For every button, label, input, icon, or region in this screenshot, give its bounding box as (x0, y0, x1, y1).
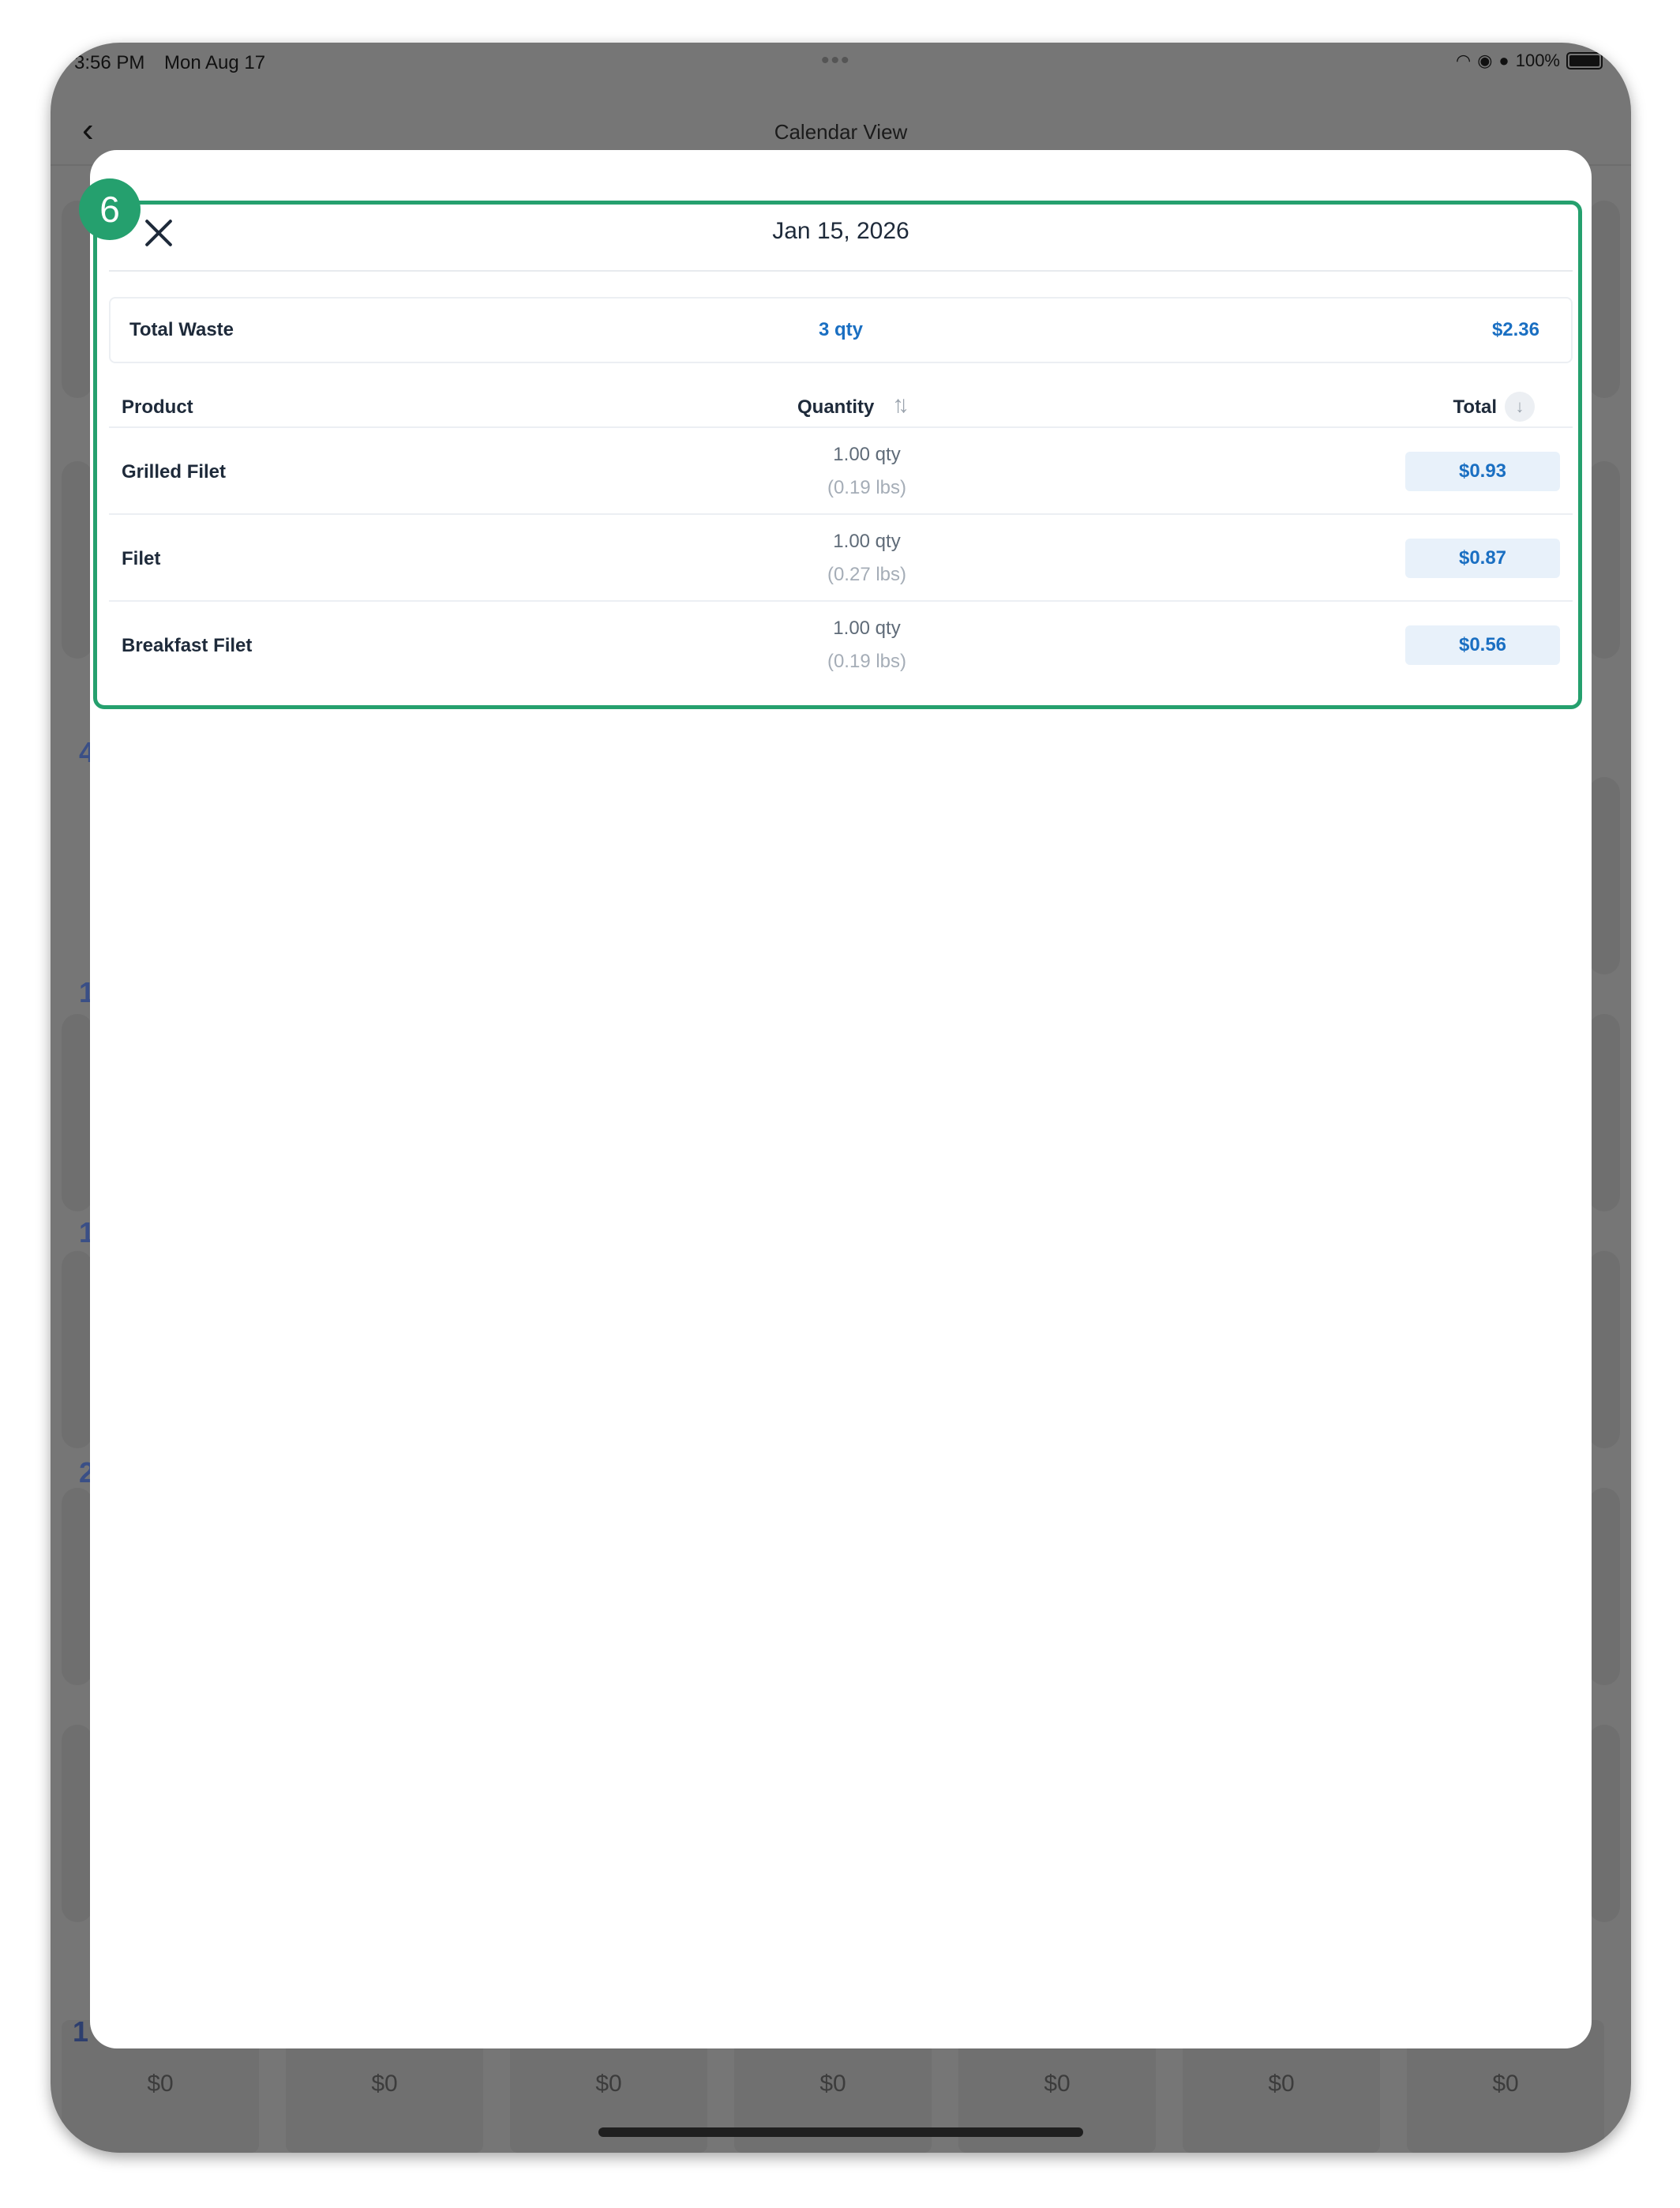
header-divider (109, 270, 1573, 272)
product-weight: (0.19 lbs) (827, 651, 907, 672)
summary-total: $2.36 (1491, 319, 1539, 340)
calendar-day-value: $0 (1044, 2071, 1071, 2097)
sort-descending-icon[interactable]: ↓ (1505, 392, 1535, 422)
battery-percent: 100% (1515, 51, 1560, 70)
modal-title: Jan 15, 2026 (772, 218, 909, 244)
product-total: $0.87 (1405, 539, 1560, 578)
calendar-day-value: $0 (819, 2071, 846, 2097)
calendar-day-value: $0 (1492, 2071, 1519, 2097)
day-detail-modal: 6 Jan 15, 2026 Total Waste 3 qty $2.36 P… (79, 150, 1592, 2048)
calendar-cell-edge (1588, 1014, 1620, 1211)
calendar-cell-edge (1588, 1725, 1620, 1922)
tutorial-step-badge: 6 (79, 178, 141, 240)
product-weight: (0.19 lbs) (827, 477, 907, 498)
ipad-screen: 3:56 PM Mon Aug 17 ••• ◠ ◉ ● 100% ‹ Cale… (51, 43, 1631, 2153)
table-row[interactable]: Breakfast Filet 1.00 qty (0.19 lbs) $0.5… (109, 602, 1573, 689)
total-waste-summary: Total Waste 3 qty $2.36 (109, 297, 1573, 363)
calendar-day-value: $0 (1268, 2071, 1295, 2097)
calendar-cell-edge (1588, 201, 1620, 398)
product-quantity: 1.00 qty (833, 444, 901, 465)
home-indicator[interactable] (598, 2127, 1083, 2137)
product-total: $0.93 (1405, 452, 1560, 491)
person-icon: ● (1498, 51, 1509, 70)
calendar-cell-edge (1588, 1488, 1620, 1685)
product-name: Breakfast Filet (122, 635, 253, 656)
product-name: Grilled Filet (122, 461, 227, 483)
product-total: $0.56 (1405, 625, 1560, 665)
status-time: 3:56 PM (74, 52, 145, 73)
column-header-total[interactable]: Total (1453, 396, 1497, 419)
product-quantity: 1.00 qty (833, 531, 901, 552)
calendar-day-number: 1 (73, 2015, 89, 2048)
product-name: Filet (122, 548, 161, 569)
status-indicators: ◠ ◉ ● 100% (1456, 51, 1603, 71)
lock-rotation-icon: ◉ (1477, 51, 1493, 70)
status-date: Mon Aug 17 (164, 52, 266, 73)
column-header-quantity[interactable]: Quantity (797, 396, 874, 419)
multitasking-dots-icon[interactable]: ••• (821, 47, 851, 74)
table-header: Product Quantity ↑↓ Total ↓ (109, 379, 1573, 428)
status-bar: 3:56 PM Mon Aug 17 ••• ◠ ◉ ● 100% (51, 43, 1631, 85)
calendar-cell-edge (1588, 461, 1620, 659)
calendar-cell-edge (62, 461, 93, 659)
table-row[interactable]: Grilled Filet 1.00 qty (0.19 lbs) $0.93 (109, 428, 1573, 515)
calendar-cell-edge (62, 1725, 93, 1922)
summary-quantity: 3 qty (818, 319, 863, 340)
page-title: Calendar View (774, 120, 908, 144)
calendar-cell-edge (62, 1488, 93, 1685)
wifi-icon: ◠ (1456, 51, 1472, 70)
calendar-day-value: $0 (595, 2071, 622, 2097)
calendar-cell-edge (1588, 777, 1620, 974)
column-header-product: Product (122, 396, 193, 418)
calendar-day-value: $0 (147, 2071, 174, 2097)
product-quantity: 1.00 qty (833, 618, 901, 639)
calendar-cell-edge (1588, 1251, 1620, 1448)
battery-icon (1566, 52, 1603, 69)
sort-both-icon[interactable]: ↑↓ (892, 392, 909, 419)
close-icon[interactable] (137, 212, 180, 254)
product-weight: (0.27 lbs) (827, 564, 907, 585)
table-row[interactable]: Filet 1.00 qty (0.27 lbs) $0.87 (109, 515, 1573, 602)
calendar-cell-edge (62, 1251, 93, 1448)
calendar-day-value: $0 (371, 2071, 398, 2097)
waste-products-table: Product Quantity ↑↓ Total ↓ Grilled File… (109, 379, 1573, 689)
calendar-cell-edge (62, 1014, 93, 1211)
